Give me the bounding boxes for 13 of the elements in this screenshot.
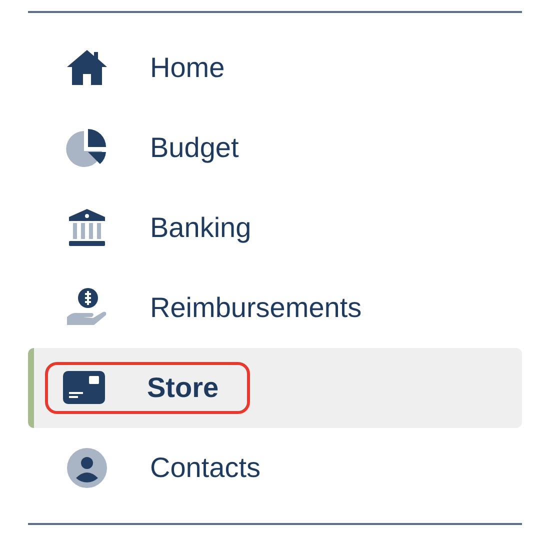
nav-item[interactable]: Banking (28, 188, 522, 268)
nav-item[interactable]: Home (28, 28, 522, 108)
nav-label: Reimbursements (150, 291, 362, 325)
nav-label: Store (147, 371, 219, 405)
nav-label: Budget (150, 131, 239, 165)
nav-label: Contacts (150, 451, 260, 485)
nav-item[interactable]: Reimbursements (28, 268, 522, 348)
nav-label: Banking (150, 211, 252, 245)
nav-item[interactable]: Contacts (28, 428, 522, 508)
nav-item[interactable]: Budget (28, 108, 522, 188)
nav-label: Home (150, 51, 225, 85)
nav-item[interactable]: Store (28, 348, 522, 428)
user-icon (64, 445, 110, 491)
